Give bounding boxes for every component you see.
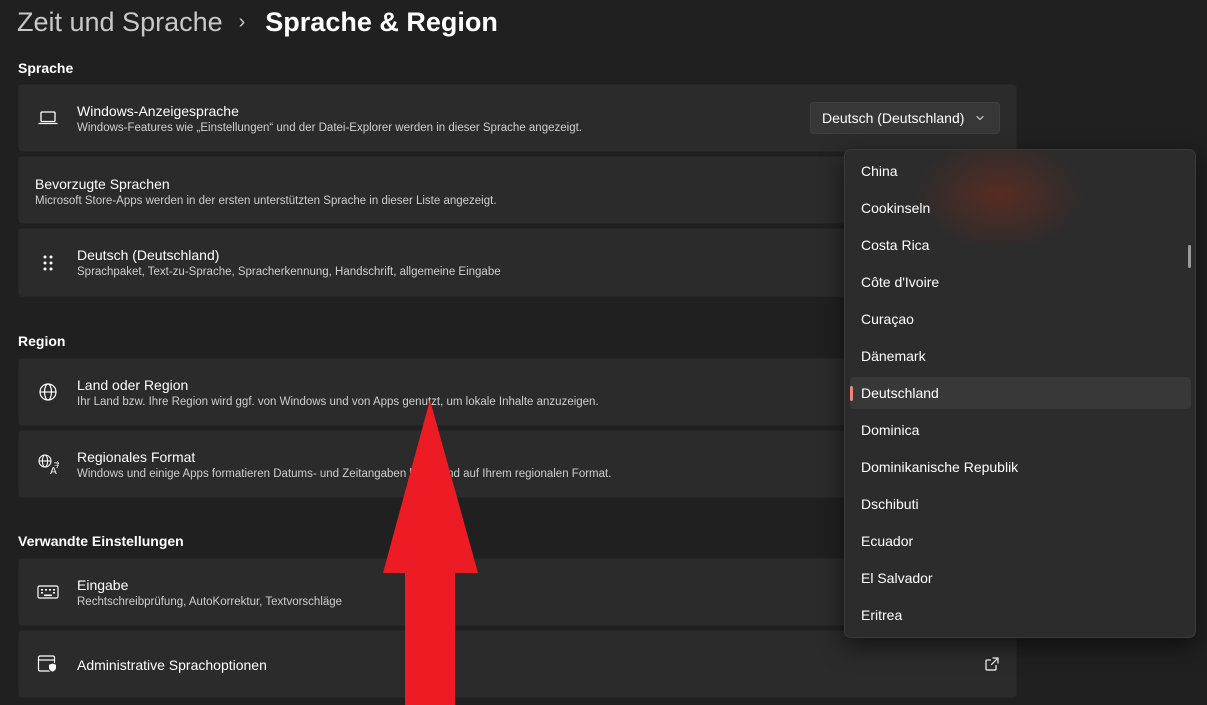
country-option[interactable]: China bbox=[850, 155, 1191, 187]
country-dropdown-list[interactable]: China Cookinseln Costa Rica Côte d'Ivoir… bbox=[844, 149, 1196, 638]
typing-title: Eingabe bbox=[77, 577, 129, 593]
country-option-label: Deutschland bbox=[861, 385, 939, 401]
display-language-subtitle: Windows-Features wie „Einstellungen“ und… bbox=[77, 122, 582, 134]
country-option[interactable]: Dominikanische Republik bbox=[850, 451, 1191, 483]
page-title: Sprache & Region bbox=[265, 6, 498, 37]
country-region-title: Land oder Region bbox=[77, 377, 189, 393]
country-option[interactable]: Dominica bbox=[850, 414, 1191, 446]
regional-format-title: Regionales Format bbox=[77, 449, 196, 465]
keyboard-icon bbox=[37, 581, 59, 603]
regional-format-subtitle: Windows und einige Apps formatieren Datu… bbox=[77, 468, 612, 480]
country-option-selected[interactable]: Deutschland bbox=[850, 377, 1191, 409]
breadcrumb: Zeit und Sprache › Sprache & Region bbox=[17, 4, 498, 40]
section-title-language: Sprache bbox=[18, 60, 74, 76]
preferred-languages-subtitle: Microsoft Store-Apps werden in der erste… bbox=[35, 195, 497, 207]
admin-language-title: Administrative Sprachoptionen bbox=[77, 657, 267, 673]
language-format-icon: A字 bbox=[37, 453, 59, 475]
country-option[interactable]: Dänemark bbox=[850, 340, 1191, 372]
country-option[interactable]: Eritrea bbox=[850, 599, 1191, 631]
language-entry-title: Deutsch (Deutschland) bbox=[77, 247, 220, 263]
display-language-title: Windows-Anzeigesprache bbox=[77, 103, 239, 119]
open-external-icon[interactable] bbox=[984, 656, 1000, 672]
country-option[interactable]: Curaçao bbox=[850, 303, 1191, 335]
section-title-region: Region bbox=[18, 333, 66, 349]
annotation-arrow-icon bbox=[383, 400, 478, 705]
admin-language-card[interactable]: Administrative Sprachoptionen bbox=[18, 630, 1017, 698]
country-option[interactable]: Cookinseln bbox=[850, 192, 1191, 224]
display-language-card: Windows-Anzeigesprache Windows-Features … bbox=[18, 84, 1017, 152]
breadcrumb-separator: › bbox=[238, 10, 246, 33]
country-option[interactable]: Côte d'Ivoire bbox=[850, 266, 1191, 298]
country-option[interactable]: Ecuador bbox=[850, 525, 1191, 557]
globe-icon bbox=[37, 381, 59, 403]
chevron-down-icon bbox=[974, 111, 986, 127]
typing-subtitle: Rechtschreibprüfung, AutoKorrektur, Text… bbox=[77, 596, 343, 608]
svg-text:字: 字 bbox=[54, 460, 59, 469]
country-option[interactable]: Costa Rica bbox=[850, 229, 1191, 261]
preferred-languages-title: Bevorzugte Sprachen bbox=[35, 176, 170, 192]
drag-handle-icon[interactable] bbox=[37, 252, 59, 274]
admin-shield-icon bbox=[37, 653, 59, 675]
laptop-icon bbox=[37, 107, 59, 129]
section-title-related: Verwandte Einstellungen bbox=[18, 533, 184, 549]
language-entry-subtitle: Sprachpaket, Text-zu-Sprache, Spracherke… bbox=[77, 266, 501, 278]
country-region-subtitle: Ihr Land bzw. Ihre Region wird ggf. von … bbox=[77, 396, 599, 408]
breadcrumb-parent-link[interactable]: Zeit und Sprache bbox=[17, 7, 223, 38]
country-option[interactable]: El Salvador bbox=[850, 562, 1191, 594]
selection-indicator bbox=[850, 386, 853, 401]
country-option[interactable]: Dschibuti bbox=[850, 488, 1191, 520]
scrollbar-thumb[interactable] bbox=[1188, 245, 1191, 268]
display-language-dropdown[interactable]: Deutsch (Deutschland) bbox=[810, 102, 1000, 134]
display-language-value: Deutsch (Deutschland) bbox=[822, 110, 965, 126]
